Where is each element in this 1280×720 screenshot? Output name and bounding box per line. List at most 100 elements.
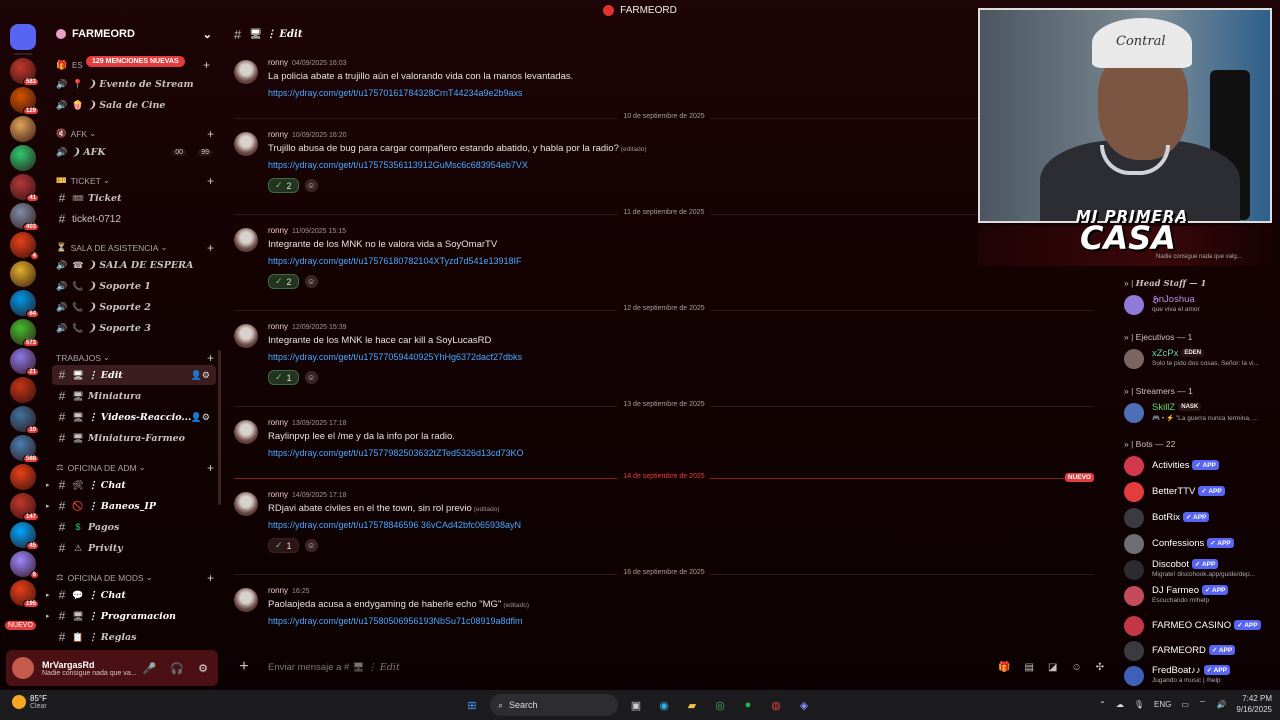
server-icon[interactable]: 583 — [10, 58, 39, 86]
server-icon[interactable]: 64 — [10, 290, 39, 318]
server-icon[interactable]: 573 — [10, 319, 39, 347]
server-icon[interactable] — [10, 377, 36, 403]
member-item[interactable]: Discobot ✓ APP Migrate! discohook.app/guid… — [1124, 557, 1280, 583]
chevron-down-icon[interactable]: ⌄ — [203, 28, 212, 41]
channel-videos-reaccion[interactable]: # 🖥 ⋮ Videos-Reaccio... 👤⚙ — [52, 407, 216, 427]
avatar[interactable] — [234, 60, 258, 84]
server-icon[interactable]: 21 — [10, 348, 39, 376]
language-indicator[interactable]: ENG — [1154, 700, 1171, 709]
message-author[interactable]: ronny — [268, 58, 288, 67]
mute-mic-icon[interactable]: 🎤 — [143, 662, 157, 675]
message-author[interactable]: ronny — [268, 586, 288, 595]
avatar[interactable] — [1124, 666, 1144, 686]
add-reaction-icon[interactable]: ☺ — [304, 179, 318, 192]
channel-reglas[interactable]: # 📋 ⋮ Reglas — [52, 627, 216, 647]
add-channel-icon[interactable]: + — [207, 571, 214, 585]
gear-icon[interactable]: ⚙ — [198, 662, 208, 675]
deafen-icon[interactable]: 🎧 — [170, 662, 184, 675]
server-icon[interactable] — [10, 116, 36, 142]
add-channel-icon[interactable]: + — [203, 58, 210, 72]
apps-icon[interactable]: ✣ — [1096, 662, 1104, 673]
avatar[interactable] — [1124, 349, 1144, 369]
add-channel-icon[interactable]: + — [207, 461, 214, 475]
edge-icon[interactable]: ◉ — [654, 695, 674, 715]
wifi-icon[interactable]: ⌔ — [1199, 699, 1207, 709]
add-reaction-icon[interactable]: ☺ — [304, 371, 318, 384]
chevron-right-icon[interactable]: ▸ — [46, 591, 50, 599]
server-icon[interactable]: 6 — [10, 551, 39, 579]
channel-soporte-3[interactable]: 🔊 📞 ❩ Soporte 3 — [52, 318, 216, 338]
member-item[interactable]: BetterTTV ✓ APP — [1124, 479, 1280, 505]
chevron-right-icon[interactable]: ▸ — [46, 481, 50, 489]
server-icon[interactable]: 588 — [10, 435, 39, 463]
taskbar-search[interactable]: ⌕ Search — [490, 694, 618, 716]
avatar[interactable] — [234, 420, 258, 444]
member-item[interactable]: BotRix ✓ APP — [1124, 505, 1280, 531]
avatar[interactable] — [1124, 295, 1144, 315]
avatar[interactable] — [1124, 456, 1144, 476]
avatar[interactable] — [1124, 403, 1144, 423]
chevron-right-icon[interactable]: ▸ — [46, 612, 50, 620]
avatar[interactable] — [234, 588, 258, 612]
category-oficina-mods[interactable]: ⚖ OFICINA DE MODS ⌄ + — [56, 571, 214, 585]
category-sala-asistencia[interactable]: ⏳ SALA DE ASISTENCIA ⌄ + — [56, 241, 214, 255]
sidebar-scrollbar[interactable] — [218, 350, 221, 505]
server-icon[interactable]: 41 — [10, 174, 39, 202]
server-icon[interactable]: 195 — [10, 580, 39, 608]
channel-sala-cine[interactable]: 🔊 🍿 ❩ Sala de Cine — [52, 95, 216, 115]
channel-afk[interactable]: 🔊 ❩ AFK 00 99 — [52, 142, 216, 162]
chevron-right-icon[interactable]: ▸ — [46, 502, 50, 510]
add-reaction-icon[interactable]: ☺ — [304, 275, 318, 288]
channel-chat-adm[interactable]: ▸ # 🛠 ⋮ Chat — [46, 475, 216, 495]
server-icon[interactable] — [10, 145, 36, 171]
discord-icon[interactable]: ◈ — [794, 695, 814, 715]
message-author[interactable]: ronny — [268, 322, 288, 331]
channel-settings-icon[interactable]: 👤⚙ — [191, 370, 210, 381]
server-icon[interactable]: 403 — [10, 203, 39, 231]
message-link[interactable]: https://ydray.com/get/t/u17578846596 36v… — [268, 520, 521, 530]
member-item[interactable]: Confessions ✓ APP — [1124, 531, 1280, 557]
windows-start-icon[interactable]: ⊞ — [462, 695, 482, 715]
avatar[interactable] — [234, 132, 258, 156]
member-item[interactable]: FredBoat♪♪ ✓ APP Jugando a music | /help — [1124, 663, 1280, 689]
add-reaction-icon[interactable]: ☺ — [304, 539, 318, 552]
server-icon[interactable]: 45 — [10, 522, 39, 550]
task-view-icon[interactable]: ▣ — [626, 695, 646, 715]
channel-pagos[interactable]: # $ Pagos — [52, 517, 216, 537]
avatar[interactable] — [1124, 534, 1144, 554]
message-link[interactable]: https://ydray.com/get/t/u17577059440925Y… — [268, 352, 522, 362]
member-item[interactable]: xZcPx EDEN Solo te pido dos cosas, Señor: … — [1124, 346, 1280, 372]
category-ticket[interactable]: 🎫 TICKET ⌄ + — [56, 174, 214, 188]
obs-icon[interactable]: ◍ — [766, 695, 786, 715]
channel-ticket[interactable]: # 🎟 Ticket — [52, 188, 216, 208]
volume-icon[interactable]: 🔊 — [1216, 700, 1226, 709]
channel-evento-stream[interactable]: 🔊 📍 ❩ Evento de Stream — [52, 74, 216, 94]
message-link[interactable]: https://ydray.com/get/t/u17576180782104X… — [268, 256, 522, 266]
avatar[interactable] — [1124, 586, 1144, 606]
member-item[interactable]: FARMEORD ✓ APP — [1124, 638, 1280, 664]
gif-icon[interactable]: ▤ — [1024, 662, 1033, 673]
category-trabajos[interactable]: TRABAJOS ⌄ + — [56, 351, 214, 365]
member-item[interactable]: SkillZ NASK 🎮 • ⚡ "La guerra nunca termina… — [1124, 400, 1280, 426]
channel-soporte-1[interactable]: 🔊 📞 ❩ Soporte 1 — [52, 276, 216, 296]
category-afk[interactable]: 🔇 AFK ⌄ + — [56, 127, 214, 141]
add-channel-icon[interactable]: + — [207, 351, 214, 365]
chrome-icon[interactable]: ◎ — [710, 695, 730, 715]
add-channel-icon[interactable]: + — [207, 127, 214, 141]
channel-miniatura-farmeo[interactable]: # 🖥 Miniatura-Farmeo — [52, 428, 216, 448]
message-composer[interactable]: + Enviar mensaje a # 🖥 ⋮ Edit 🎁 ▤ ◪ ☺ ✣ — [232, 654, 1104, 680]
cloud-icon[interactable]: ☁ — [1116, 700, 1124, 709]
server-header[interactable]: FARMEORD ⌄ — [46, 20, 222, 48]
server-icon[interactable] — [10, 464, 36, 490]
avatar[interactable] — [1124, 616, 1144, 636]
channel-programacion[interactable]: ▸ # 🖥 ⋮ Programacion — [46, 606, 216, 626]
reaction-check[interactable]: ✓ 2 — [268, 274, 299, 289]
avatar[interactable] — [12, 657, 34, 679]
weather-widget[interactable]: 85°F Clear — [12, 694, 47, 710]
channel-miniatura[interactable]: # 🖥 Miniatura — [52, 386, 216, 406]
message-link[interactable]: https://ydray.com/get/t/u17577982503632t… — [268, 448, 524, 458]
message-author[interactable]: ronny — [268, 490, 288, 499]
avatar[interactable] — [1124, 641, 1144, 661]
add-attachment-button[interactable]: + — [232, 658, 256, 676]
server-icon[interactable]: 147 — [10, 493, 39, 521]
